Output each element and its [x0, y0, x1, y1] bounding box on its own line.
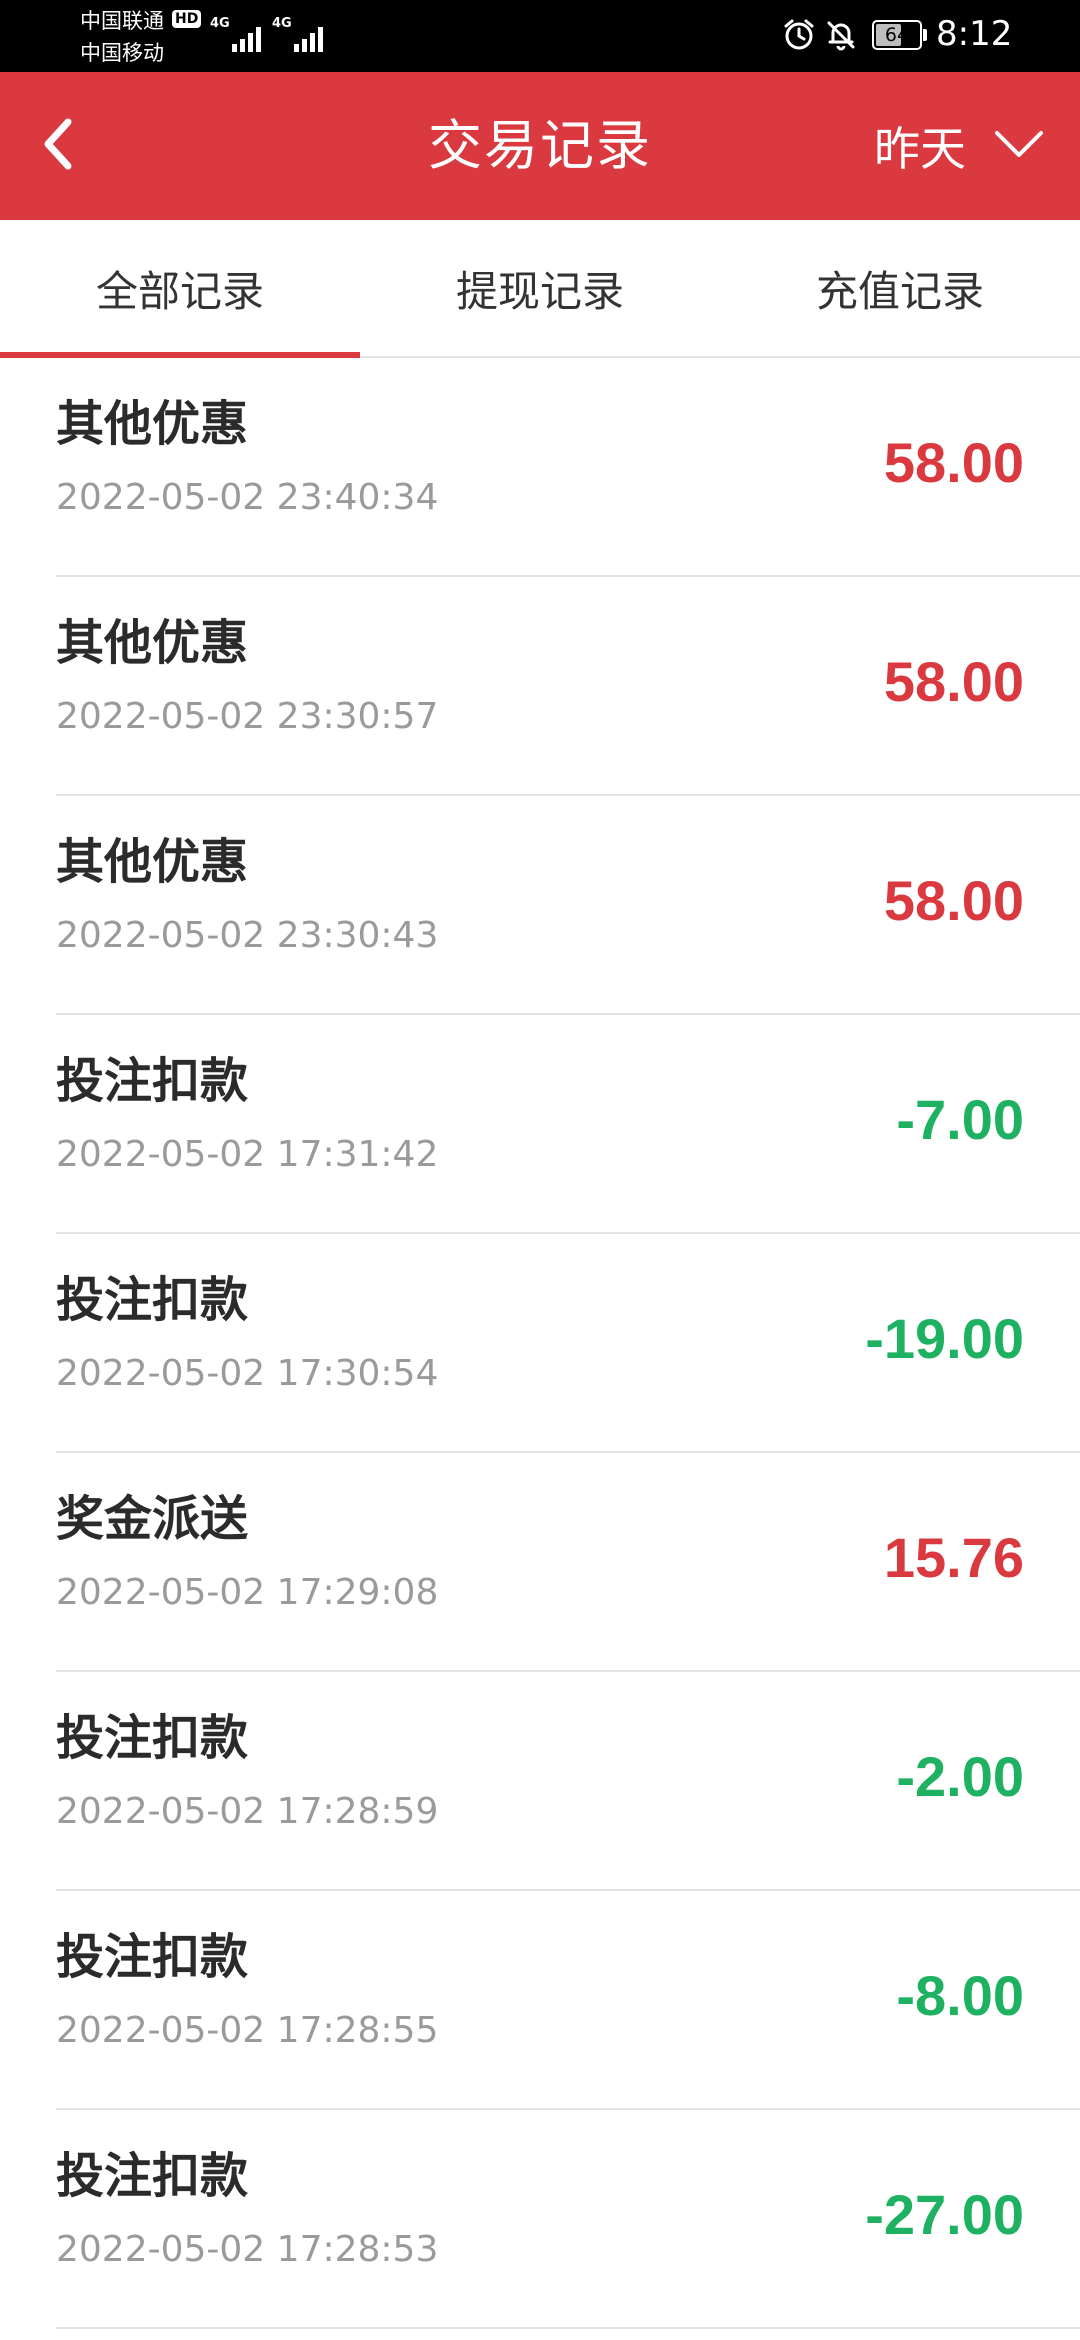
- transaction-type: 投注扣款: [56, 1272, 249, 1328]
- alarm-icon: [782, 18, 816, 56]
- carrier-secondary: 中国移动: [80, 41, 164, 65]
- row-divider: [56, 2327, 1080, 2329]
- transaction-type: 其他优惠: [56, 615, 249, 671]
- carrier-primary: 中国联通: [80, 9, 164, 33]
- tab-label: 充值记录: [815, 266, 984, 316]
- signal-strength-icon: 4G: [210, 14, 266, 54]
- date-filter-dropdown[interactable]: 昨天: [874, 108, 1044, 184]
- tab-all-records[interactable]: 全部记录: [0, 220, 360, 358]
- transaction-type: 投注扣款: [56, 1929, 249, 1985]
- app-header: 交易记录 昨天: [0, 72, 1080, 220]
- transaction-row[interactable]: 投注扣款 2022-05-02 17:28:59 -2.00: [0, 1672, 1080, 1891]
- transaction-time: 2022-05-02 17:28:55: [56, 2010, 439, 2051]
- transaction-amount: 58.00: [883, 650, 1024, 713]
- transaction-time: 2022-05-02 17:30:54: [56, 1353, 439, 1394]
- transaction-row[interactable]: 其他优惠 2022-05-02 23:40:34 58.00: [0, 358, 1080, 577]
- transaction-type: 投注扣款: [56, 1053, 249, 1109]
- status-bar: 中国联通 HD 中国移动 4G 4G 64 8:12: [0, 0, 1080, 72]
- transaction-type: 其他优惠: [56, 834, 249, 890]
- tab-label: 提现记录: [455, 266, 624, 316]
- transaction-row[interactable]: 其他优惠 2022-05-02 23:30:57 58.00: [0, 577, 1080, 796]
- transaction-type: 其他优惠: [56, 396, 249, 452]
- battery-icon: 64: [872, 20, 922, 50]
- chevron-down-icon: [994, 129, 1044, 163]
- transaction-row[interactable]: 投注扣款 2022-05-02 17:28:53 -27.00: [0, 2110, 1080, 2329]
- status-time: 8:12: [936, 14, 1013, 54]
- transaction-time: 2022-05-02 17:28:59: [56, 1791, 439, 1832]
- transaction-row[interactable]: 投注扣款 2022-05-02 17:31:42 -7.00: [0, 1015, 1080, 1234]
- transaction-row[interactable]: 投注扣款 2022-05-02 17:28:55 -8.00: [0, 1891, 1080, 2110]
- transaction-type: 投注扣款: [56, 2148, 249, 2204]
- transaction-row[interactable]: 其他优惠 2022-05-02 23:30:43 58.00: [0, 796, 1080, 1015]
- tab-withdrawal-records[interactable]: 提现记录: [360, 220, 720, 356]
- transaction-amount: -8.00: [896, 1964, 1024, 2027]
- transaction-row[interactable]: 投注扣款 2022-05-02 17:30:54 -19.00: [0, 1234, 1080, 1453]
- transaction-time: 2022-05-02 23:40:34: [56, 477, 439, 518]
- transaction-amount: -19.00: [865, 1307, 1024, 1370]
- tab-deposit-records[interactable]: 充值记录: [720, 220, 1080, 356]
- bell-muted-icon: [824, 18, 858, 56]
- transaction-amount: 58.00: [883, 869, 1024, 932]
- transaction-amount: 58.00: [883, 431, 1024, 494]
- transaction-amount: -27.00: [865, 2183, 1024, 2246]
- transaction-time: 2022-05-02 17:28:53: [56, 2229, 439, 2270]
- hd-badge: HD: [172, 10, 202, 28]
- transaction-time: 2022-05-02 23:30:57: [56, 696, 439, 737]
- transaction-amount: -2.00: [896, 1745, 1024, 1808]
- transaction-time: 2022-05-02 23:30:43: [56, 915, 439, 956]
- transaction-row[interactable]: 奖金派送 2022-05-02 17:29:08 15.76: [0, 1453, 1080, 1672]
- date-filter-label: 昨天: [874, 122, 966, 176]
- transaction-time: 2022-05-02 17:31:42: [56, 1134, 439, 1175]
- signal-strength-icon: 4G: [272, 14, 328, 54]
- battery-level: 64: [884, 24, 910, 46]
- network-type-label: 4G: [272, 16, 292, 31]
- transaction-amount: -7.00: [896, 1088, 1024, 1151]
- transaction-type: 奖金派送: [56, 1491, 249, 1547]
- transaction-type: 投注扣款: [56, 1710, 249, 1766]
- tab-label: 全部记录: [95, 266, 264, 316]
- transaction-amount: 15.76: [883, 1526, 1024, 1589]
- transaction-time: 2022-05-02 17:29:08: [56, 1572, 439, 1613]
- transaction-list: 其他优惠 2022-05-02 23:40:34 58.00 其他优惠 2022…: [0, 358, 1080, 2329]
- network-type-label: 4G: [210, 16, 230, 31]
- record-tabs: 全部记录 提现记录 充值记录: [0, 220, 1080, 358]
